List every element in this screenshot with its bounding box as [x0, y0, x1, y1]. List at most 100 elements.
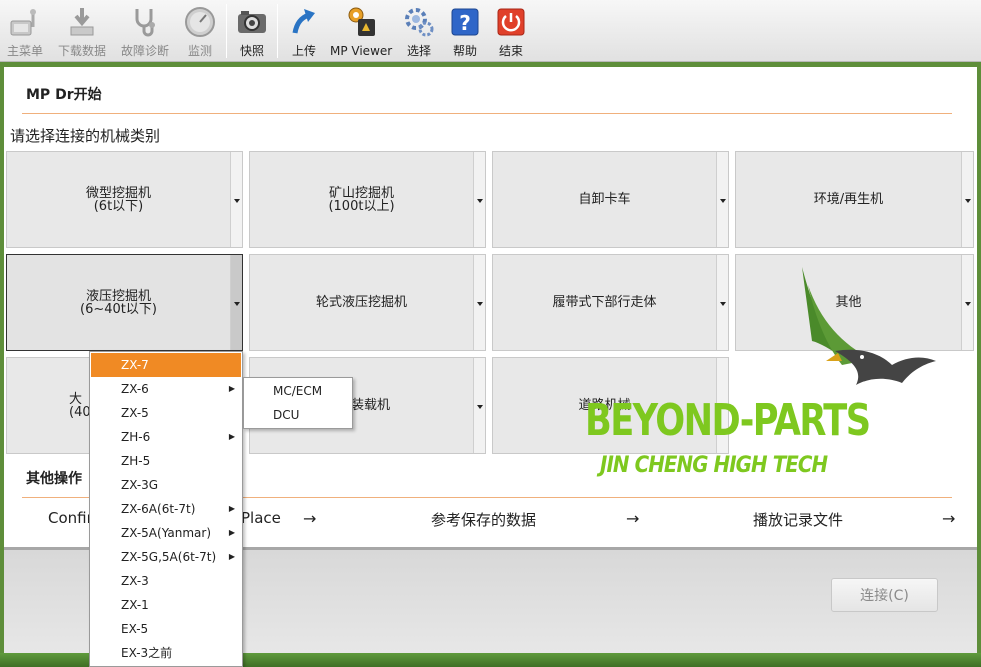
toolbar-label: 快照	[239, 44, 264, 58]
menu-item-zx-5[interactable]: ZX-5	[91, 401, 241, 425]
category-dump-truck[interactable]: 自卸卡车	[492, 151, 729, 248]
menu-item-zx-7[interactable]: ZX-7	[91, 353, 241, 377]
menu-item-label: ZH-5	[121, 454, 151, 468]
menu-item-label: ZX-6	[121, 382, 149, 396]
chevron-down-icon[interactable]	[716, 152, 728, 247]
main-menu-icon	[10, 9, 36, 36]
category-mini-excavator[interactable]: 微型挖掘机 (6t以下)	[6, 151, 243, 248]
other-operations-title: 其他操作	[26, 471, 82, 487]
category-environment-recycling[interactable]: 环境/再生机	[735, 151, 974, 248]
category-label: 轮式液压挖掘机	[315, 295, 407, 310]
chevron-down-icon[interactable]	[473, 358, 485, 453]
category-label: 环境/再生机	[813, 192, 884, 207]
menu-item-zx-6[interactable]: ZX-6 ▶	[91, 377, 241, 401]
upload-icon	[292, 9, 315, 34]
toolbar: 主菜单 下载数据 故障诊断 监测 快照 上传 MP Viewer 选择 ? 帮助…	[0, 0, 981, 62]
menu-item-zx-3g[interactable]: ZX-3G	[91, 473, 241, 497]
playback-file-link[interactable]: 播放记录文件	[753, 509, 843, 530]
category-road-machinery[interactable]: 道路机械	[492, 357, 729, 454]
menu-item-zh-6[interactable]: ZH-6 ▶	[91, 425, 241, 449]
help-button[interactable]: ? 帮助	[446, 3, 484, 61]
upload-button[interactable]: 上传	[284, 3, 324, 61]
category-wheeled-excavator[interactable]: 轮式液压挖掘机	[249, 254, 486, 351]
category-crawler-undercarriage[interactable]: 履带式下部行走体	[492, 254, 729, 351]
toolbar-label: MP Viewer	[330, 44, 393, 58]
main-menu-button[interactable]: 主菜单	[4, 3, 46, 61]
toolbar-label: 上传	[291, 44, 316, 58]
select-button[interactable]: 选择	[400, 3, 438, 61]
category-other[interactable]: 其他	[735, 254, 974, 351]
category-sublabel: (100t以上)	[328, 198, 395, 214]
power-icon	[497, 8, 525, 36]
toolbar-label: 选择	[406, 44, 431, 58]
menu-item-ex-3-earlier[interactable]: EX-3之前	[91, 641, 241, 665]
submenu-arrow-icon: ▶	[228, 528, 235, 537]
category-mining-excavator[interactable]: 矿山挖掘机 (100t以上)	[249, 151, 486, 248]
connect-button[interactable]: 连接(C)	[831, 578, 938, 612]
menu-item-zx-5a-yanmar[interactable]: ZX-5A(Yanmar) ▶	[91, 521, 241, 545]
monitor-button[interactable]: 监测	[180, 3, 220, 61]
stethoscope-icon	[135, 9, 155, 37]
mp-viewer-button[interactable]: MP Viewer	[330, 3, 392, 61]
menu-item-zx-5g-5a[interactable]: ZX-5G,5A(6t-7t) ▶	[91, 545, 241, 569]
category-sublabel: (6t以下)	[93, 198, 144, 214]
chevron-down-icon[interactable]	[473, 255, 485, 350]
menu-item-label: ZX-5A(Yanmar)	[121, 526, 211, 540]
download-data-button[interactable]: 下载数据	[54, 3, 110, 61]
submenu-arrow-icon: ▶	[228, 504, 235, 513]
submenu-item-dcu[interactable]: DCU	[245, 403, 351, 427]
confirm-link[interactable]: Confir	[48, 509, 93, 527]
chevron-down-icon[interactable]	[473, 152, 485, 247]
chevron-down-icon[interactable]	[716, 358, 728, 453]
category-label: 微型挖掘机	[85, 185, 151, 201]
chevron-down-icon[interactable]	[716, 255, 728, 350]
svg-text:?: ?	[459, 11, 471, 35]
title-divider	[22, 113, 952, 114]
menu-item-label: ZX-5G,5A(6t-7t)	[121, 550, 217, 564]
toolbar-separator	[226, 4, 227, 58]
arrow-right-icon[interactable]: →	[942, 509, 955, 528]
category-label: 其他	[835, 295, 862, 310]
submenu-arrow-icon: ▶	[228, 432, 235, 441]
menu-item-zh-5[interactable]: ZH-5	[91, 449, 241, 473]
gears-icon	[405, 8, 434, 37]
toolbar-label: 下载数据	[57, 44, 106, 58]
model-dropdown-menu: ZX-7 ZX-6 ▶ ZX-5 ZH-6 ▶ ZH-5 ZX-3G ZX-6A(6…	[89, 351, 243, 667]
menu-item-ex-5[interactable]: EX-5	[91, 617, 241, 641]
menu-item-label: EX-5	[121, 622, 149, 636]
menu-item-label: ZX-7	[121, 358, 149, 372]
chevron-down-icon[interactable]	[961, 255, 973, 350]
toolbar-label: 故障诊断	[120, 44, 169, 58]
exit-button[interactable]: 结束	[492, 3, 530, 61]
place-link[interactable]: Place	[241, 509, 281, 527]
chevron-down-icon[interactable]	[230, 255, 242, 350]
menu-item-label: ZX-1	[121, 598, 149, 612]
menu-item-label: EX-3之前	[121, 646, 173, 660]
gauge-icon	[185, 7, 215, 37]
chevron-down-icon[interactable]	[230, 152, 242, 247]
download-data-icon	[70, 8, 94, 36]
saved-data-link[interactable]: 参考保存的数据	[431, 509, 536, 530]
category-hydraulic-excavator[interactable]: 液压挖掘机 (6~40t以下)	[6, 254, 243, 351]
menu-item-label: ZX-6A(6t-7t)	[121, 502, 196, 516]
menu-item-label: ZX-3G	[121, 478, 159, 492]
category-label: 液压挖掘机	[85, 288, 151, 304]
arrow-right-icon[interactable]: →	[303, 509, 316, 528]
snapshot-button[interactable]: 快照	[232, 3, 272, 61]
menu-item-zx-3[interactable]: ZX-3	[91, 569, 241, 593]
menu-item-zx-1[interactable]: ZX-1	[91, 593, 241, 617]
toolbar-separator	[277, 4, 278, 58]
toolbar-label: 监测	[187, 44, 212, 58]
category-label: 履带式下部行走体	[552, 295, 657, 310]
submenu-item-mc-ecm[interactable]: MC/ECM	[245, 379, 351, 403]
menu-item-label: ZH-6	[121, 430, 151, 444]
menu-item-label: ZX-5	[121, 406, 149, 420]
category-label: 装载机	[351, 398, 391, 413]
arrow-right-icon[interactable]: →	[626, 509, 639, 528]
menu-item-zx-6a[interactable]: ZX-6A(6t-7t) ▶	[91, 497, 241, 521]
toolbar-label: 主菜单	[6, 44, 43, 58]
fault-diagnosis-button[interactable]: 故障诊断	[116, 3, 174, 61]
chevron-down-icon[interactable]	[961, 152, 973, 247]
mp-viewer-icon	[348, 7, 375, 36]
submenu-arrow-icon: ▶	[228, 384, 235, 393]
